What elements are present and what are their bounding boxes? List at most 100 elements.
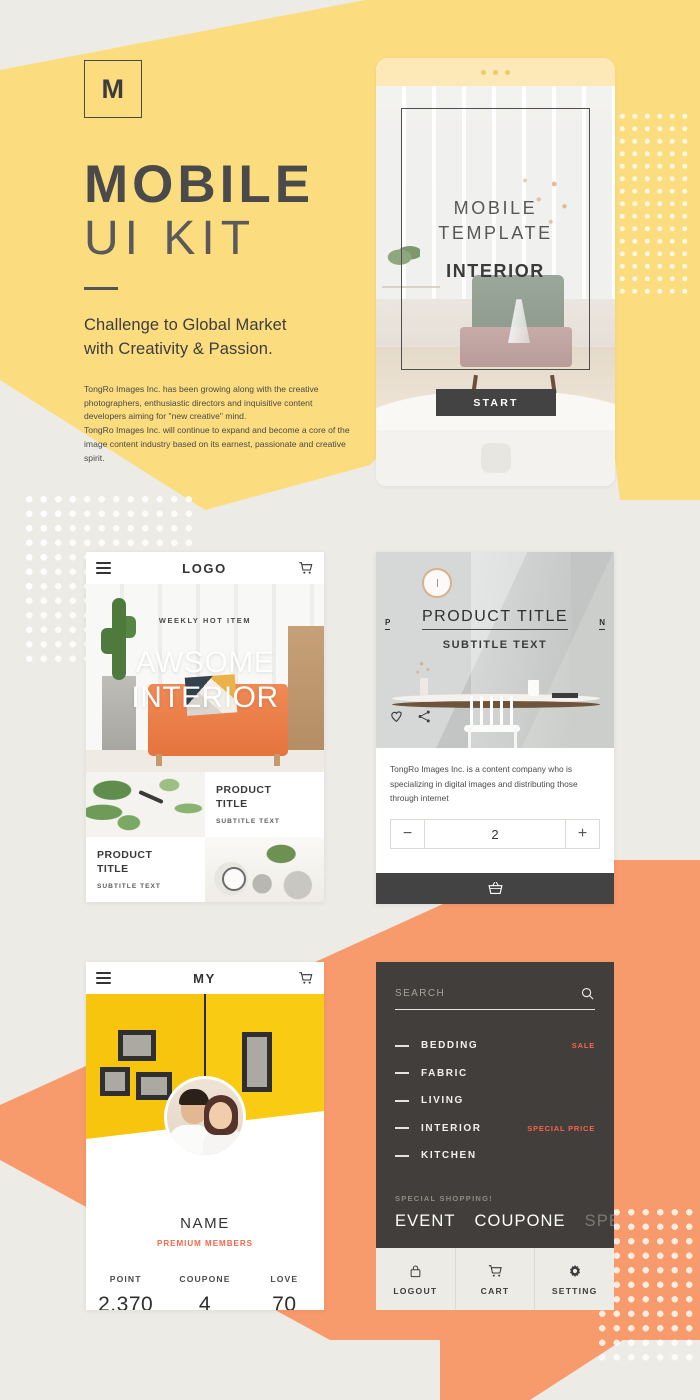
- cover-picture-frame: [242, 1032, 272, 1092]
- cover-picture-frame: [100, 1067, 130, 1096]
- menu-item-label: KITCHEN: [421, 1150, 477, 1162]
- quantity-decrease-button[interactable]: −: [391, 820, 425, 849]
- banner-headline-line-2: INTERIOR: [131, 680, 279, 714]
- menu-panel: SEARCH BEDDING SALE FABRIC LIVING INTERI…: [376, 962, 614, 1248]
- banner-sofa-legs: [156, 754, 280, 766]
- status-dot-icon: [481, 69, 486, 75]
- cover-picture-frame: [118, 1030, 156, 1061]
- product-card-row: PRODUCT TITLE SUBTITLE TEXT: [86, 837, 324, 902]
- status-dot-icon: [505, 69, 510, 75]
- gear-icon: [569, 1264, 580, 1277]
- splash-title-line-2: TEMPLATE: [438, 222, 553, 243]
- menu-item-interior[interactable]: INTERIOR SPECIAL PRICE: [395, 1115, 595, 1143]
- dash-icon: [395, 1099, 409, 1102]
- my-appbar-title: MY: [193, 970, 216, 986]
- menu-item-tag: SALE: [571, 1041, 595, 1051]
- stat-value: 70: [272, 1293, 297, 1310]
- tagline-line-2: with Creativity & Passion.: [84, 339, 273, 358]
- phone-home-area: [376, 430, 615, 486]
- chair-seat: [464, 725, 520, 732]
- cover-picture-frame: [136, 1072, 172, 1100]
- basket-icon: [487, 881, 503, 895]
- product-subtitle: SUBTITLE TEXT: [442, 639, 548, 651]
- membership-badge: PREMIUM MEMBERS: [157, 1239, 253, 1248]
- special-link-event[interactable]: EVENT: [395, 1212, 456, 1231]
- avatar[interactable]: [164, 1076, 246, 1158]
- menu-item-label: LIVING: [421, 1095, 464, 1107]
- menu-screen: SEARCH BEDDING SALE FABRIC LIVING INTERI…: [376, 962, 614, 1310]
- tab-logout[interactable]: LOGOUT: [376, 1248, 456, 1310]
- home-screen: LOGO WEEKLY HOT ITEM AWSOME INTERIOR PRO…: [86, 552, 324, 902]
- cart-icon[interactable]: [298, 970, 314, 986]
- product-title-wrap: PRODUCT TITLE SUBTITLE TEXT: [376, 608, 614, 651]
- splash-title-line-1: MOBILE: [453, 197, 538, 218]
- menu-item-fabric[interactable]: FABRIC: [395, 1060, 595, 1088]
- quantity-increase-button[interactable]: +: [565, 820, 599, 849]
- dash-icon: [395, 1072, 409, 1075]
- product-card[interactable]: PRODUCT TITLE SUBTITLE TEXT: [205, 772, 324, 837]
- special-link-coupone[interactable]: COUPONE: [475, 1212, 566, 1231]
- menu-item-tag: SPECIAL PRICE: [527, 1123, 595, 1133]
- stat-item[interactable]: COUPONE 4: [165, 1274, 244, 1310]
- menu-icon[interactable]: [96, 972, 111, 984]
- menu-bottom-tabs: LOGOUT CART SETTING: [376, 1248, 614, 1310]
- product-thumbnail[interactable]: [86, 772, 205, 837]
- dash-icon: [395, 1127, 409, 1130]
- cart-icon: [488, 1264, 502, 1277]
- menu-icon[interactable]: [96, 562, 111, 574]
- hero-block: M MOBILE UI KIT Challenge to Global Mark…: [84, 60, 384, 466]
- stat-label: LOVE: [270, 1274, 299, 1284]
- profile-stats: POINT 2,370 COUPONE 4 LOVE 70: [86, 1274, 324, 1310]
- tagline: Challenge to Global Market with Creativi…: [84, 314, 384, 362]
- stat-item[interactable]: LOVE 70: [245, 1274, 324, 1310]
- product-title: PRODUCT TITLE: [421, 608, 569, 630]
- tab-cart[interactable]: CART: [456, 1248, 536, 1310]
- splash-category: INTERIOR: [446, 261, 545, 282]
- scene-cup: [528, 680, 539, 696]
- status-dot-icon: [493, 69, 498, 75]
- brand-logo-mark: M: [84, 60, 142, 118]
- wall-clock-icon: [422, 568, 452, 598]
- menu-item-living[interactable]: LIVING: [395, 1087, 595, 1115]
- phone-status-bar: [376, 58, 615, 86]
- home-hero-banner[interactable]: WEEKLY HOT ITEM AWSOME INTERIOR: [86, 584, 324, 772]
- banner-headline: AWSOME INTERIOR: [86, 646, 324, 716]
- tab-cart-label: CART: [480, 1285, 510, 1296]
- search-placeholder: SEARCH: [395, 988, 446, 999]
- product-hero-image: P N PRODUCT TITLE SUBTITLE TEXT: [376, 552, 614, 748]
- add-to-cart-button[interactable]: [376, 873, 614, 904]
- share-icon[interactable]: [417, 709, 432, 724]
- stat-label: POINT: [109, 1274, 142, 1284]
- splash-text-frame: MOBILE TEMPLATE INTERIOR: [401, 108, 590, 370]
- quantity-stepper[interactable]: − 2 +: [390, 819, 600, 850]
- page-subtitle: UI KIT: [84, 212, 257, 266]
- search-field[interactable]: SEARCH: [395, 986, 595, 1010]
- product-thumbnail[interactable]: [205, 837, 324, 902]
- heart-icon[interactable]: [388, 708, 405, 724]
- product-card[interactable]: PRODUCT TITLE SUBTITLE TEXT: [86, 837, 205, 902]
- home-appbar: LOGO: [86, 552, 324, 584]
- stat-item[interactable]: POINT 2,370: [86, 1274, 165, 1310]
- product-action-icons: [388, 708, 432, 724]
- product-card-subtitle: SUBTITLE TEXT: [97, 882, 161, 890]
- menu-item-label: INTERIOR: [421, 1122, 482, 1134]
- menu-item-kitchen[interactable]: KITCHEN: [395, 1142, 595, 1170]
- tab-setting[interactable]: SETTING: [535, 1248, 614, 1310]
- menu-category-list: BEDDING SALE FABRIC LIVING INTERIOR SPEC…: [395, 1032, 595, 1170]
- splash-title: MOBILE TEMPLATE: [438, 196, 552, 246]
- cart-icon[interactable]: [298, 560, 314, 576]
- special-shopping-label: SPECIAL SHOPPING!: [395, 1193, 493, 1203]
- title-divider: [84, 286, 118, 290]
- scene-dried-flowers: [412, 656, 436, 682]
- avatar-person-hair: [179, 1089, 209, 1105]
- dash-icon: [395, 1154, 409, 1157]
- splash-background-image: MOBILE TEMPLATE INTERIOR START: [376, 86, 615, 430]
- search-icon[interactable]: [580, 986, 595, 1001]
- avatar-person-face: [209, 1102, 232, 1129]
- special-link-special[interactable]: SPE: [585, 1212, 614, 1231]
- stat-value: 4: [198, 1293, 212, 1310]
- tab-logout-label: LOGOUT: [393, 1285, 438, 1296]
- start-button[interactable]: START: [436, 389, 556, 416]
- menu-item-bedding[interactable]: BEDDING SALE: [395, 1032, 595, 1060]
- home-button[interactable]: [480, 443, 511, 473]
